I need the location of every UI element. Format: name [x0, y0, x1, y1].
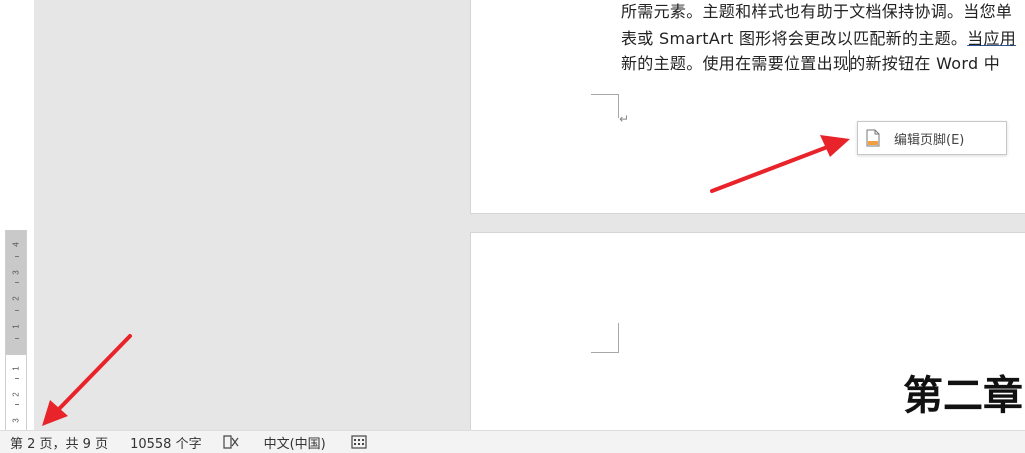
arrow-to-status-bar — [42, 334, 132, 426]
ruler-track: 4 3 2 1 1 2 3 — [5, 230, 27, 430]
ruler-number: 3 — [11, 418, 21, 423]
ruler-number: 2 — [11, 296, 21, 301]
margin-corner-mark — [591, 94, 619, 118]
text-cursor — [849, 50, 850, 72]
language-indicator[interactable]: 中文(中国) — [264, 433, 326, 452]
accessibility-icon[interactable] — [350, 434, 368, 450]
word-count-indicator[interactable]: 10558 个字 — [130, 433, 202, 452]
document-page[interactable]: 所需元素。主题和样式也有助于文档保持协调。当您单 表或 SmartArt 图形将… — [470, 0, 1025, 214]
margin-corner-mark — [591, 323, 619, 353]
document-icon — [866, 129, 880, 147]
ruler-number: 1 — [11, 324, 21, 329]
document-page[interactable]: 第二章 — [470, 232, 1025, 432]
body-text-line[interactable]: 所需元素。主题和样式也有助于文档保持协调。当您单 — [621, 0, 1012, 22]
paragraph-mark: ↵ — [619, 112, 630, 126]
body-text-line[interactable]: 新的主题。使用在需要位置出现的新按钮在 Word 中 — [621, 50, 1000, 74]
ruler-tick — [15, 338, 19, 339]
edit-footer-label: 编辑页脚(E) — [894, 132, 965, 148]
body-text-segment[interactable]: 表或 SmartArt 图形将会更改以匹配新的主题。 — [621, 29, 967, 48]
ruler-tick — [15, 310, 19, 311]
ruler-number: 1 — [11, 366, 21, 371]
ruler-tick — [15, 282, 19, 283]
proofing-icon[interactable] — [222, 434, 240, 450]
status-bar: 第 2 页，共 9 页 10558 个字 中文(中国) — [0, 430, 1025, 453]
ruler-tick — [15, 256, 19, 257]
ruler-number: 3 — [11, 270, 21, 275]
ruler-tick — [15, 404, 19, 405]
chapter-heading[interactable]: 第二章 — [903, 363, 1023, 421]
ruler-number: 2 — [11, 392, 21, 397]
page-number-indicator[interactable]: 第 2 页，共 9 页 — [10, 433, 108, 452]
body-text-line[interactable]: 表或 SmartArt 图形将会更改以匹配新的主题。当应用 — [621, 25, 1016, 49]
spelling-underlined-text[interactable]: 当应用 — [967, 29, 1016, 48]
vertical-ruler[interactable]: 4 3 2 1 1 2 3 — [0, 0, 34, 430]
edit-footer-button[interactable]: 编辑页脚(E) — [857, 121, 1007, 155]
ruler-tick — [15, 378, 19, 379]
ruler-number: 4 — [11, 242, 21, 247]
